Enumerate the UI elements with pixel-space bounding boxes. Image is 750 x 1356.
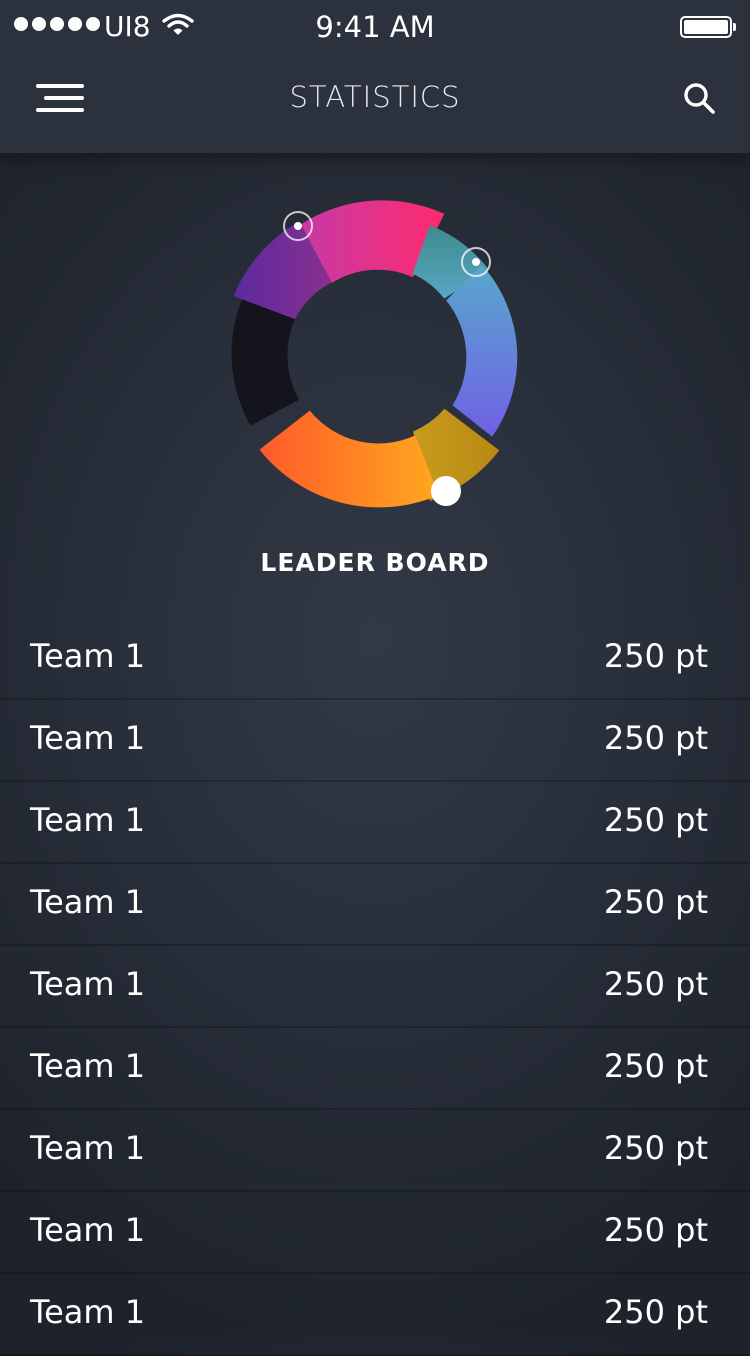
chart-segment-orange xyxy=(259,410,439,508)
chart-segment-blue xyxy=(446,264,518,437)
leaderboard-row[interactable]: Team 1 250 pt xyxy=(0,1110,750,1192)
leaderboard-row[interactable]: Team 1 250 pt xyxy=(0,946,750,1028)
team-name: Team 1 xyxy=(30,883,146,921)
nav-bar: STATISTICS xyxy=(0,54,750,153)
leaderboard-row[interactable]: Team 1 250 pt xyxy=(0,618,750,700)
team-points: 250 pt xyxy=(603,1047,708,1085)
leaderboard-row[interactable]: Team 1 250 pt xyxy=(0,782,750,864)
team-points: 250 pt xyxy=(603,801,708,839)
search-icon xyxy=(684,83,715,114)
team-name: Team 1 xyxy=(30,1211,146,1249)
leaderboard-row[interactable]: Team 1 250 pt xyxy=(0,1274,750,1356)
team-points: 250 pt xyxy=(603,719,708,757)
team-name: Team 1 xyxy=(30,719,146,757)
team-points: 250 pt xyxy=(603,965,708,1003)
battery-icon xyxy=(680,16,736,38)
team-points: 250 pt xyxy=(603,1293,708,1331)
leaderboard-row[interactable]: Team 1 250 pt xyxy=(0,864,750,946)
clock-time: 9:41 AM xyxy=(315,10,435,44)
leaderboard-row[interactable]: Team 1 250 pt xyxy=(0,1192,750,1274)
donut-chart xyxy=(225,195,525,515)
leaderboard-list: Team 1 250 pt Team 1 250 pt Team 1 250 p… xyxy=(0,618,750,1356)
team-name: Team 1 xyxy=(30,1129,146,1167)
team-name: Team 1 xyxy=(30,637,146,675)
chart-handle[interactable] xyxy=(431,476,461,506)
app-header: UI8 9:41 AM STATISTICS xyxy=(0,0,750,153)
team-points: 250 pt xyxy=(603,1129,708,1167)
team-points: 250 pt xyxy=(603,1211,708,1249)
leaderboard-title: LEADER BOARD xyxy=(260,548,490,577)
team-name: Team 1 xyxy=(30,965,146,1003)
team-points: 250 pt xyxy=(603,637,708,675)
team-name: Team 1 xyxy=(30,1293,146,1331)
leaderboard-row[interactable]: Team 1 250 pt xyxy=(0,700,750,782)
leaderboard-row[interactable]: Team 1 250 pt xyxy=(0,1028,750,1110)
page-title: STATISTICS xyxy=(289,80,461,114)
team-name: Team 1 xyxy=(30,1047,146,1085)
team-name: Team 1 xyxy=(30,801,146,839)
status-bar: UI8 9:41 AM xyxy=(0,0,750,54)
search-button[interactable] xyxy=(682,81,718,117)
team-points: 250 pt xyxy=(603,883,708,921)
